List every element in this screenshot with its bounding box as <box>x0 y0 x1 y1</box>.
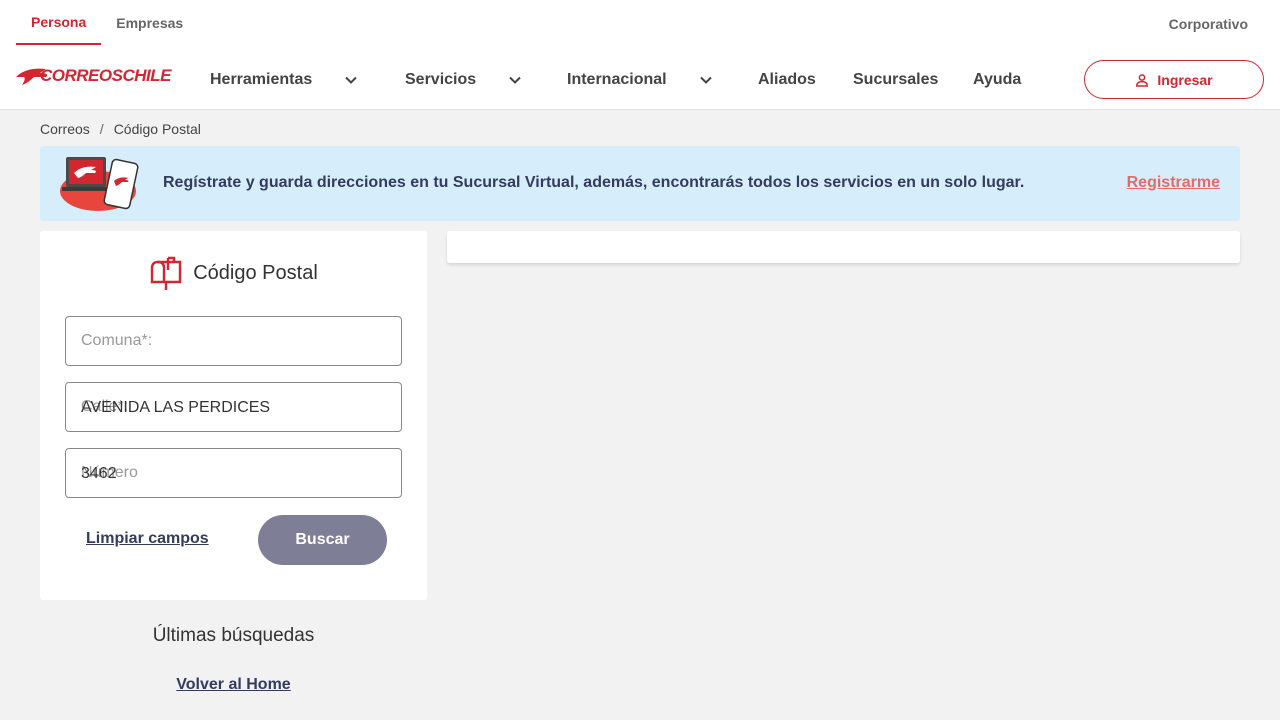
numero-field[interactable]: Número <box>65 448 402 498</box>
clear-fields-link[interactable]: Limpiar campos <box>86 530 209 548</box>
nav-herramientas[interactable]: Herramientas <box>210 62 358 98</box>
nav-servicios[interactable]: Servicios <box>405 62 522 98</box>
mailbox-icon <box>151 256 182 290</box>
calle-field[interactable]: Calle*: <box>65 382 402 432</box>
nav-label: Herramientas <box>210 71 313 88</box>
login-button[interactable]: Ingresar <box>1084 60 1264 99</box>
nav-label: Servicios <box>405 71 477 88</box>
login-label: Ingresar <box>1157 71 1213 88</box>
banner-message: Regístrate y guarda direcciones en tu Su… <box>163 174 1025 191</box>
form-title: Código Postal <box>40 255 427 291</box>
corporate-link[interactable]: Corporativo <box>1169 16 1248 32</box>
tab-empresas[interactable]: Empresas <box>101 0 198 45</box>
search-button[interactable]: Buscar <box>258 515 387 565</box>
tab-persona[interactable]: Persona <box>16 0 102 45</box>
logo-wordmark: CORREOSCHILE <box>40 66 171 85</box>
breadcrumb-item-codigo-postal: Código Postal <box>113 121 201 137</box>
chevron-down-icon <box>699 76 712 84</box>
postal-code-form-card: Código Postal Comuna*: Calle*: Número Li… <box>40 231 427 600</box>
calle-input[interactable] <box>81 397 381 419</box>
recent-searches-title: Últimas búsquedas <box>152 625 315 646</box>
nav-internacional[interactable]: Internacional <box>567 62 713 98</box>
segment-tabs: Persona Empresas <box>16 0 198 45</box>
breadcrumb: Correos / Código Postal <box>40 121 201 137</box>
numero-input[interactable] <box>81 463 381 485</box>
nav-aliados[interactable]: Aliados <box>758 62 816 98</box>
register-link[interactable]: Registrarme <box>1127 174 1220 192</box>
breadcrumb-item-correos[interactable]: Correos <box>40 121 90 137</box>
nav-sucursales[interactable]: Sucursales <box>853 62 938 98</box>
correos-chile-logo[interactable]: CORREOSCHILE <box>16 64 171 88</box>
nav-ayuda[interactable]: Ayuda <box>973 62 1021 98</box>
comuna-field[interactable]: Comuna*: <box>65 316 402 366</box>
comuna-input[interactable] <box>81 331 381 353</box>
nav-label: Internacional <box>567 71 667 88</box>
back-home-link[interactable]: Volver al Home <box>40 676 427 694</box>
chevron-down-icon <box>509 76 521 84</box>
breadcrumb-separator: / <box>99 121 104 137</box>
register-banner: Regístrate y guarda direcciones en tu Su… <box>40 146 1240 221</box>
chevron-down-icon <box>345 76 357 84</box>
form-title-text: Código Postal <box>193 261 318 284</box>
laptop-phone-illustration-icon <box>60 157 139 211</box>
site-header: Persona Empresas Corporativo CORREOSCHIL… <box>0 0 1280 110</box>
results-panel <box>447 231 1240 263</box>
user-icon <box>1136 73 1149 87</box>
